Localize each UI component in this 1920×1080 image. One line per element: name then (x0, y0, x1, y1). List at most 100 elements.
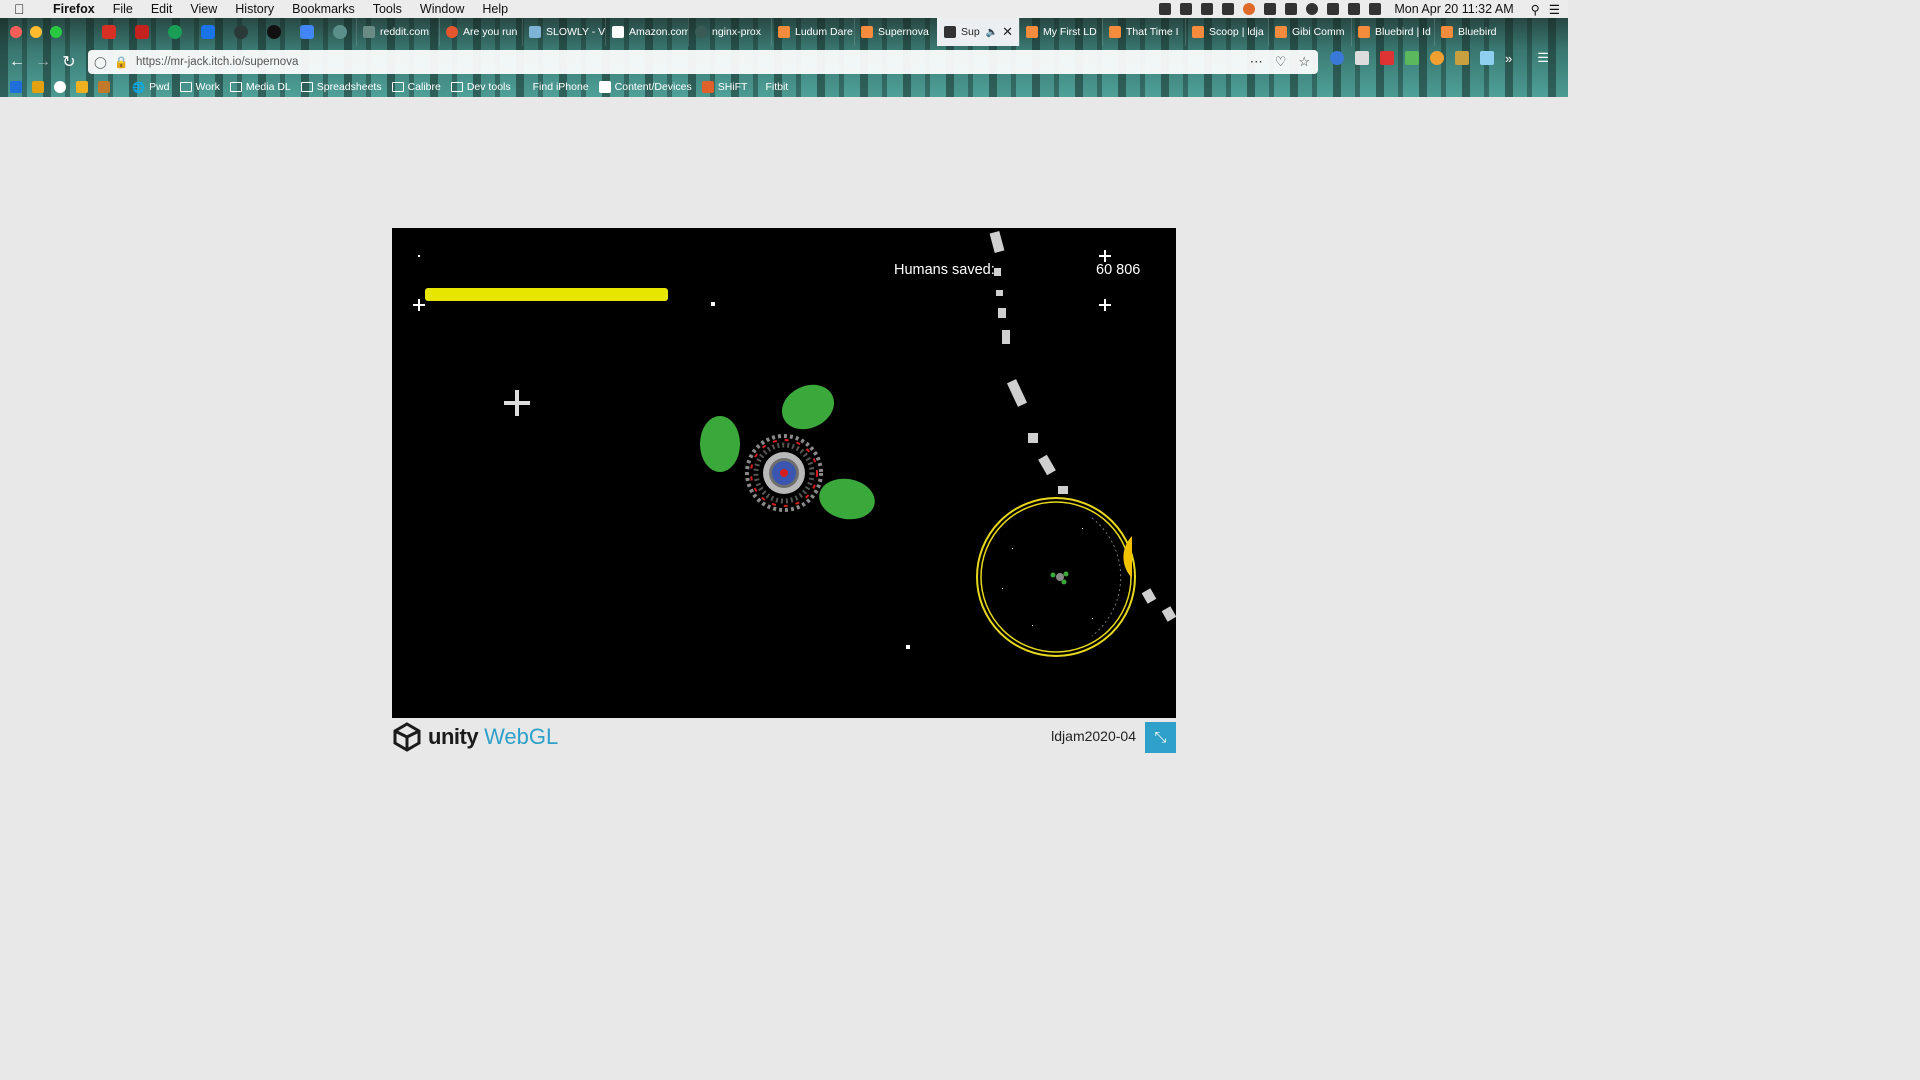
zoom-window-button[interactable] (50, 26, 62, 38)
usb-icon[interactable] (1180, 3, 1193, 15)
clock[interactable]: Mon Apr 20 11:32 AM (1394, 2, 1513, 16)
library-icon[interactable] (1355, 51, 1369, 65)
nav-bar: ← → ↻ ◯ 🔒 https://mr-jack.itch.io/supern… (0, 48, 1568, 76)
pinned-tab-sync[interactable] (224, 18, 257, 46)
menu-tools[interactable]: Tools (364, 2, 411, 16)
bookmark-shift[interactable]: SHiFT (701, 81, 747, 93)
tab[interactable]: Gibi Comm (1268, 18, 1351, 46)
game-scene (413, 231, 1176, 657)
spotlight-icon[interactable]: ⚲ (1531, 2, 1540, 17)
dropbox-icon[interactable] (1201, 3, 1214, 15)
bookmark-pwd[interactable]: 🌐 Pwd (132, 81, 170, 94)
menu-bookmarks[interactable]: Bookmarks (283, 2, 364, 16)
tab-active[interactable]: Sup 🔈 ✕ (937, 18, 1019, 46)
minimap (976, 497, 1136, 657)
menu-history[interactable]: History (226, 2, 283, 16)
bookmark-folder-media-dl[interactable]: Media DL (229, 81, 291, 93)
reload-button[interactable]: ↻ (56, 49, 82, 75)
tab-label: That Time I (1126, 26, 1179, 38)
extension-badge-icon[interactable] (1405, 51, 1419, 65)
app-status-icon[interactable] (1243, 3, 1256, 15)
fullscreen-button[interactable]: ⤡ (1145, 722, 1176, 753)
tab[interactable]: Bluebird (1434, 18, 1517, 46)
remote-icon[interactable] (1327, 3, 1340, 15)
apple-icon[interactable]:  (14, 1, 30, 17)
lock-icon[interactable]: 🔒 (114, 55, 128, 69)
bookmarklet-icon[interactable] (10, 81, 22, 93)
bookmark-folder-calibre[interactable]: Calibre (391, 81, 441, 93)
minimize-window-button[interactable] (30, 26, 42, 38)
webgl-wordmark: WebGL (484, 724, 559, 749)
pinned-tab-github[interactable] (257, 18, 290, 46)
forward-button[interactable]: → (30, 49, 56, 75)
pinned-tab-misc[interactable] (323, 18, 356, 46)
lastpass-icon[interactable] (1380, 51, 1394, 65)
tab-label: SLOWLY - V (546, 26, 605, 38)
tab[interactable]: My First LD (1019, 18, 1102, 46)
extension-icon[interactable] (1480, 51, 1494, 65)
tab[interactable]: reddit.com (356, 18, 439, 46)
tab[interactable]: Scoop | ldja (1185, 18, 1268, 46)
tab-label: Amazon.com (629, 26, 688, 38)
tab[interactable]: Supernova (854, 18, 937, 46)
circle-status-icon[interactable] (1306, 3, 1319, 15)
bookmark-star-icon[interactable]: ☆ (1298, 54, 1310, 70)
k-icon[interactable] (98, 81, 110, 93)
notification-center-icon[interactable]: ☰ (1549, 2, 1560, 17)
pinned-tab-gmail-2[interactable] (125, 18, 158, 46)
tab[interactable]: nginx-prox (688, 18, 771, 46)
grid-icon[interactable] (1285, 3, 1298, 15)
bookmark-folder-spreadsheets[interactable]: Spreadsheets (300, 81, 382, 93)
menu-window[interactable]: Window (411, 2, 473, 16)
menu-edit[interactable]: Edit (142, 2, 182, 16)
extension-icon[interactable] (1455, 51, 1469, 65)
pinned-tab-app[interactable] (158, 18, 191, 46)
page-actions-icon[interactable]: ⋯ (1250, 54, 1263, 70)
overflow-icon[interactable]: » (1505, 51, 1512, 66)
game-canvas[interactable]: Humans saved: 60 806 (392, 228, 1176, 718)
pinned-tab-calendar[interactable] (191, 18, 224, 46)
tab[interactable]: Amazon.com (605, 18, 688, 46)
bookmark-find-iphone[interactable]: Find iPhone (533, 81, 589, 93)
hamburger-menu-icon[interactable]: ☰ (1537, 50, 1549, 66)
menu-view[interactable]: View (181, 2, 226, 16)
bookmark-fitbit[interactable]: Fitbit (765, 81, 788, 93)
pinned-tab-docs[interactable] (290, 18, 323, 46)
docker-icon[interactable] (1222, 3, 1235, 15)
bookmarklet-icon[interactable] (76, 81, 88, 93)
shield-icon[interactable]: ◯ (94, 55, 107, 69)
address-bar[interactable]: ◯ 🔒 https://mr-jack.itch.io/supernova ⋯ … (88, 50, 1318, 74)
menu-app[interactable]: Firefox (44, 2, 104, 16)
menu-help[interactable]: Help (473, 2, 517, 16)
close-window-button[interactable] (10, 26, 22, 38)
bookmark-folder-work[interactable]: Work (179, 81, 220, 93)
tab[interactable]: Are you run (439, 18, 522, 46)
star-cross (1099, 299, 1111, 311)
menu-file[interactable]: File (104, 2, 142, 16)
extension-notify-icon[interactable] (1430, 51, 1444, 65)
star-cross (413, 299, 425, 311)
sync-icon (233, 25, 248, 39)
extension-icon[interactable] (1330, 51, 1344, 65)
bookmarklet-icon[interactable] (54, 81, 66, 93)
favicon (446, 26, 458, 38)
back-button[interactable]: ← (4, 49, 30, 75)
pocket-icon[interactable]: ♡ (1275, 54, 1287, 70)
tab[interactable]: That Time I (1102, 18, 1185, 46)
close-tab-icon[interactable]: ✕ (1002, 24, 1013, 40)
planet (781, 384, 835, 430)
url-text[interactable]: https://mr-jack.itch.io/supernova (136, 56, 298, 68)
vlc-icon[interactable] (1159, 3, 1172, 15)
eject-icon[interactable] (1348, 3, 1361, 15)
speaker-icon[interactable]: 🔈 (986, 27, 998, 38)
window-icon[interactable] (1264, 3, 1277, 15)
plex-icon[interactable] (32, 81, 44, 93)
tab[interactable]: SLOWLY - V (522, 18, 605, 46)
tab[interactable]: Bluebird | Id (1351, 18, 1434, 46)
tab[interactable]: Ludum Dare (771, 18, 854, 46)
volume-icon[interactable] (1369, 3, 1382, 15)
bookmark-content-devices[interactable]: Content/Devices (598, 81, 692, 93)
pinned-tab-gmail-1[interactable] (92, 18, 125, 46)
bookmark-folder-dev-tools[interactable]: Dev tools (450, 81, 511, 93)
toolbar-extensions: » ☰ (1330, 50, 1549, 66)
